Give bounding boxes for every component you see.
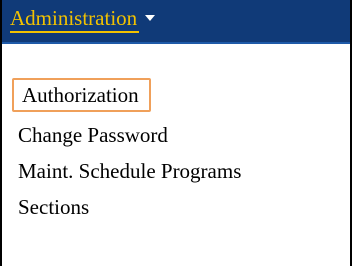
menu-header: Administration — [2, 0, 350, 44]
administration-menu-label: Administration — [10, 6, 140, 33]
menu-item-change-password[interactable]: Change Password — [12, 118, 174, 152]
menu-frame: Administration Authorization Change Pass… — [0, 0, 352, 266]
menu-item-maint-schedule-programs[interactable]: Maint. Schedule Programs — [12, 154, 247, 188]
administration-menu-button[interactable]: Administration — [10, 6, 156, 38]
caret-down-icon — [145, 15, 156, 21]
menu-item-sections[interactable]: Sections — [12, 190, 95, 224]
menu-item-authorization[interactable]: Authorization — [12, 78, 151, 112]
